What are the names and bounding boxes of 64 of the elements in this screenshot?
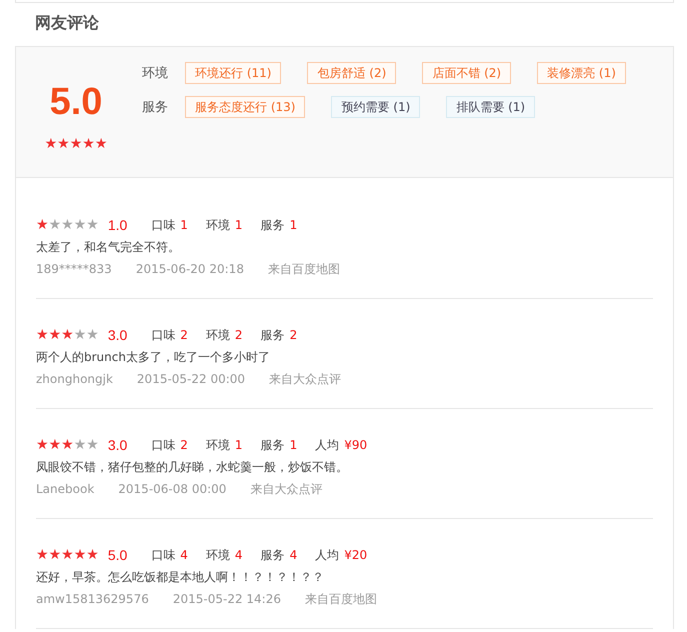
- tag-chip[interactable]: 环境还行 (11): [185, 62, 282, 84]
- rating-value: 1: [290, 218, 298, 232]
- overall-score: 5.0: [50, 81, 102, 123]
- user-name: Lanebook: [36, 481, 94, 498]
- star-rating: ★★★★★: [36, 218, 99, 232]
- category-label: 环境: [142, 65, 169, 82]
- review-source: 来自百度地图: [304, 591, 377, 608]
- rating-value: 2: [180, 438, 188, 452]
- review-score: 3.0: [108, 327, 128, 343]
- review-comment: 两个人的brunch太多了，吃了一个多小时了: [36, 349, 271, 366]
- rating-label: 口味: [151, 326, 176, 344]
- rating-label: 环境: [206, 546, 230, 564]
- tag-chip[interactable]: 排队需要 (1): [446, 96, 536, 118]
- section-title: 网友评论: [35, 12, 100, 34]
- rating-label: 服务: [260, 326, 285, 344]
- rating-label: 服务: [260, 546, 285, 564]
- star-rating: ★★★★★: [36, 438, 99, 452]
- rating-value: 1: [290, 438, 298, 452]
- price-value: ¥20: [344, 548, 368, 562]
- user-name: zhonghongjk: [36, 371, 113, 388]
- rating-value: 4: [180, 548, 188, 562]
- price-label: 人均: [315, 546, 340, 564]
- review-score: 1.0: [108, 217, 128, 233]
- rating-value: 2: [234, 328, 243, 342]
- tag-chip[interactable]: 服务态度还行 (13): [185, 96, 306, 118]
- tag-chip[interactable]: 包房舒适 (2): [307, 62, 396, 84]
- star-rating: ★★★★★: [36, 328, 99, 342]
- review-source: 来自大众点评: [250, 481, 322, 498]
- rating-label: 服务: [260, 436, 285, 454]
- review-time: 2015-05-22 00:00: [136, 371, 246, 388]
- review-comment: 还好，早茶。怎么吃饭都是本地人啊！！？！？！？？: [36, 569, 325, 586]
- rating-label: 环境: [206, 326, 230, 344]
- review-score: 5.0: [108, 547, 128, 563]
- review-time: 2015-06-20 20:18: [136, 261, 244, 278]
- price-value: ¥90: [344, 438, 368, 452]
- tag-chip[interactable]: 预约需要 (1): [331, 96, 420, 118]
- star-rating: ★★★★★: [44, 137, 108, 151]
- user-name: amw15813629576: [36, 591, 149, 608]
- user-name: 189*****833: [36, 261, 112, 278]
- rating-value: 1: [234, 438, 243, 452]
- rating-label: 服务: [260, 216, 285, 234]
- review-time: 2015-06-08 00:00: [118, 481, 226, 498]
- rating-value: 2: [180, 328, 188, 342]
- review-time: 2015-05-22 14:26: [172, 591, 281, 608]
- star-rating: ★★★★★: [36, 548, 99, 562]
- review-comment: 太差了，和名气完全不符。: [36, 239, 181, 256]
- rating-label: 环境: [206, 216, 230, 234]
- rating-value: 2: [290, 328, 298, 342]
- rating-value: 4: [234, 548, 243, 562]
- rating-label: 口味: [151, 436, 176, 454]
- rating-value: 4: [290, 548, 298, 562]
- review-comment: 凤眼饺不错，猪仔包整的几好睇，水蛇羹一般，炒饭不错。: [36, 459, 349, 476]
- price-label: 人均: [315, 436, 340, 454]
- review-source: 来自百度地图: [268, 261, 340, 278]
- tag-chip[interactable]: 店面不错 (2): [422, 62, 512, 84]
- category-label: 服务: [142, 99, 169, 116]
- rating-label: 口味: [151, 546, 176, 564]
- rating-label: 环境: [206, 436, 230, 454]
- rating-label: 口味: [151, 216, 176, 234]
- rating-value: 1: [180, 218, 188, 232]
- review-source: 来自大众点评: [269, 371, 342, 388]
- tag-chip[interactable]: 装修漂亮 (1): [537, 62, 626, 84]
- rating-value: 1: [234, 218, 243, 232]
- review-score: 3.0: [108, 437, 128, 453]
